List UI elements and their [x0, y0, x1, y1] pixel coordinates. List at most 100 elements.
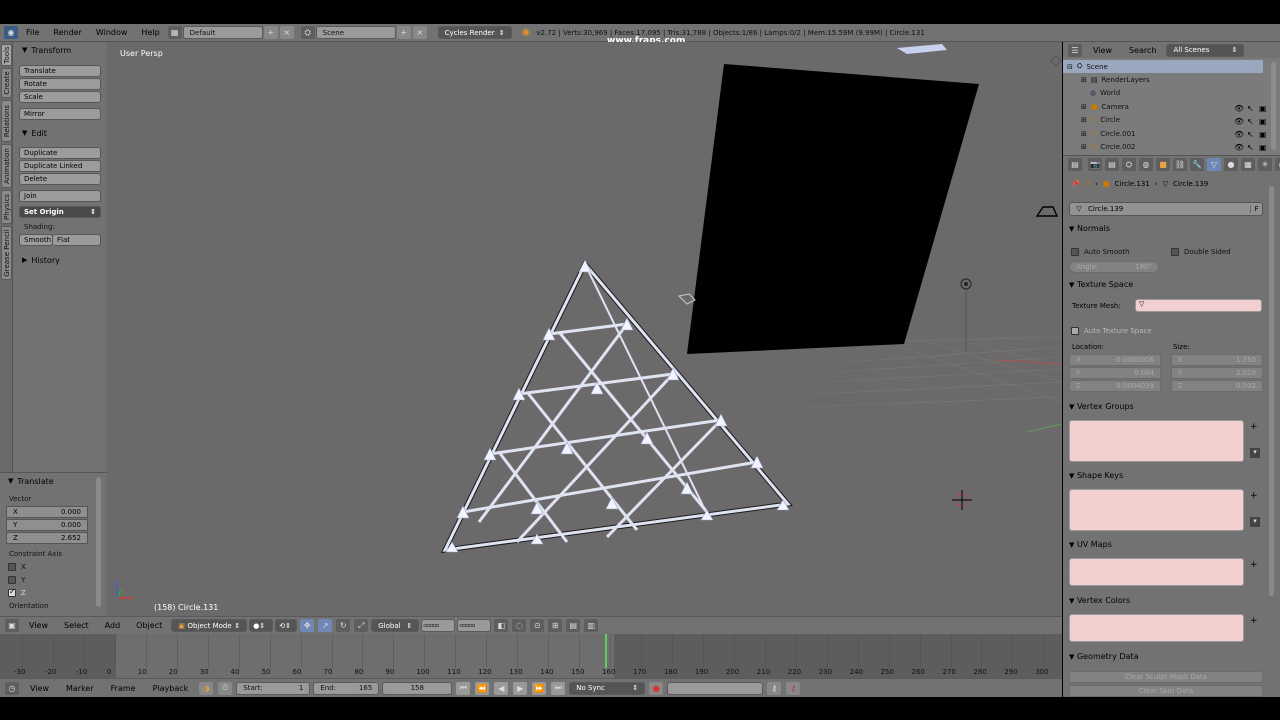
- properties-scrollbar[interactable]: [1269, 186, 1274, 596]
- play-reverse-icon[interactable]: ◀: [494, 681, 509, 695]
- menu-render[interactable]: Render: [46, 28, 88, 37]
- breadcrumb-object[interactable]: Circle.131: [1115, 180, 1150, 188]
- translate-manipulator-icon[interactable]: ↗: [318, 619, 333, 632]
- join-button[interactable]: Join: [19, 190, 101, 202]
- world-tab-icon[interactable]: ◍: [1139, 158, 1153, 171]
- pin-icon[interactable]: 📌: [1071, 180, 1080, 188]
- outliner-scrollbar[interactable]: [1271, 62, 1276, 150]
- render-engine-dropdown[interactable]: Cycles Render ⇕: [437, 26, 512, 39]
- uv-maps-list[interactable]: [1069, 558, 1244, 586]
- menu-help[interactable]: Help: [134, 28, 166, 37]
- properties-editor-icon[interactable]: ▤: [1068, 158, 1082, 171]
- layer-lock-icon[interactable]: ◧: [494, 619, 509, 632]
- outliner-row-camera[interactable]: ⊞ ■ Camera: [1063, 100, 1263, 113]
- render-layers-tab-icon[interactable]: ▤: [1105, 158, 1119, 171]
- layers-widget[interactable]: ▫▫▫▫▫: [421, 619, 456, 632]
- constraint-x-checkbox[interactable]: X: [8, 560, 107, 573]
- double-sided-checkbox[interactable]: Double Sided: [1171, 245, 1231, 258]
- render-anim-icon[interactable]: ▥: [584, 619, 599, 632]
- tab-create[interactable]: Create: [1, 68, 12, 98]
- outliner-menu-view[interactable]: View: [1086, 46, 1119, 55]
- tab-tools[interactable]: Tools: [1, 44, 12, 66]
- uv-maps-panel-header[interactable]: ▼ UV Maps: [1069, 540, 1265, 549]
- jump-end-icon[interactable]: ⏭: [551, 681, 566, 695]
- screen-layout-icon[interactable]: ▦: [167, 26, 182, 39]
- vertex-group-add-icon[interactable]: +: [1250, 422, 1258, 432]
- add-scene-icon[interactable]: +: [396, 26, 411, 39]
- scene-icon[interactable]: ⛭: [300, 26, 315, 39]
- record-icon[interactable]: ●: [649, 681, 664, 695]
- render-preview-icon[interactable]: ▤: [566, 619, 581, 632]
- shape-keys-panel-header[interactable]: ▼ Shape Keys: [1069, 471, 1265, 480]
- physics-tab-icon[interactable]: ◎: [1275, 158, 1280, 171]
- start-frame-field[interactable]: Start: 1: [236, 681, 311, 695]
- shape-keys-list[interactable]: [1069, 489, 1244, 531]
- proportional-edit-icon[interactable]: ◌: [512, 619, 527, 632]
- manipulator-toggle-icon[interactable]: ✥: [300, 619, 315, 632]
- renderable-camera-icon[interactable]: ▣ ▣ ▣ ▣: [1259, 102, 1267, 154]
- layers-widget-2[interactable]: ▫▫▫▫▫: [457, 619, 492, 632]
- data-tab-icon[interactable]: ▽: [1207, 158, 1221, 171]
- current-frame-marker[interactable]: [605, 634, 607, 668]
- tl-menu-marker[interactable]: Marker: [59, 684, 101, 693]
- delete-scene-icon[interactable]: ×: [412, 26, 427, 39]
- tab-grease-pencil[interactable]: Grease Pencil: [1, 226, 12, 280]
- scale-button[interactable]: Scale: [19, 91, 101, 103]
- current-frame-field[interactable]: 158: [382, 681, 453, 695]
- jump-start-icon[interactable]: ⏮: [456, 681, 471, 695]
- vertex-colors-panel-header[interactable]: ▼ Vertex Colors: [1069, 596, 1265, 605]
- translate-redo-header[interactable]: ▼ Translate: [0, 474, 107, 488]
- render-tab-icon[interactable]: 📷: [1088, 158, 1102, 171]
- constraint-z-checkbox[interactable]: ✓ Z: [8, 586, 107, 599]
- tl-menu-frame[interactable]: Frame: [104, 684, 143, 693]
- vertex-groups-list[interactable]: [1069, 420, 1244, 462]
- set-origin-dropdown[interactable]: Set Origin ⇕: [19, 206, 101, 218]
- snap-toggle-icon[interactable]: ⊙: [530, 619, 545, 632]
- auto-smooth-checkbox[interactable]: Auto Smooth: [1071, 245, 1130, 258]
- delete-layout-icon[interactable]: ×: [279, 26, 294, 39]
- scene-field[interactable]: Scene: [315, 26, 396, 39]
- outliner-row-scene[interactable]: ⊟ ⛭ Scene: [1063, 60, 1263, 73]
- rotate-button[interactable]: Rotate: [19, 78, 101, 90]
- edit-panel-header[interactable]: ▼ Edit: [13, 126, 107, 140]
- delete-keyframe-icon[interactable]: ⚷: [786, 681, 801, 695]
- outliner-row-world[interactable]: ◍ World: [1063, 86, 1263, 99]
- tab-relations[interactable]: Relations: [1, 100, 12, 142]
- auto-texture-space-checkbox[interactable]: Auto Texture Space: [1071, 324, 1152, 337]
- snap-element-icon[interactable]: ⊞: [548, 619, 563, 632]
- menu-view[interactable]: View: [22, 621, 55, 630]
- vector-z-field[interactable]: Z 2.652: [6, 532, 88, 544]
- outliner-row-circle-001[interactable]: ⊞ ▽ Circle.001: [1063, 127, 1263, 140]
- timeline-editor-icon[interactable]: ◷: [5, 681, 19, 695]
- breadcrumb-mesh[interactable]: Circle.139: [1173, 180, 1208, 188]
- jump-key-back-icon[interactable]: ⏪: [475, 681, 490, 695]
- history-panel-header[interactable]: ▶ History: [13, 253, 107, 267]
- play-icon[interactable]: ▶: [513, 681, 528, 695]
- rotate-manipulator-icon[interactable]: ↻: [336, 619, 351, 632]
- tl-menu-view[interactable]: View: [23, 684, 56, 693]
- timeline[interactable]: -30 -20 -10 0 10 20 30 40 50 60 70 80 90 100 110 120 130…: [0, 634, 1062, 678]
- time-stretch-icon[interactable]: ⏲: [218, 681, 233, 695]
- texture-mesh-field[interactable]: ▽: [1135, 299, 1262, 312]
- geometry-data-panel-header[interactable]: ▼ Geometry Data: [1069, 652, 1265, 661]
- preview-range-icon[interactable]: ◑: [199, 681, 214, 695]
- vertex-color-add-icon[interactable]: +: [1250, 616, 1258, 626]
- orientation-dropdown[interactable]: Global ⇕: [371, 619, 420, 632]
- object-tab-icon[interactable]: ■: [1156, 158, 1170, 171]
- tab-animation[interactable]: Animation: [1, 144, 12, 188]
- add-layout-icon[interactable]: +: [263, 26, 278, 39]
- transform-panel-header[interactable]: ▼ Transform: [13, 43, 107, 57]
- smooth-button[interactable]: Smooth: [19, 234, 53, 246]
- mesh-datablock-field[interactable]: ▽ Circle.139 F: [1069, 202, 1263, 216]
- vertex-group-specials-icon[interactable]: ▾: [1250, 448, 1260, 458]
- mesh-browse-icon[interactable]: ▽: [1070, 205, 1088, 213]
- end-frame-field[interactable]: End: 165: [313, 681, 380, 695]
- outliner-row-circle-002[interactable]: ⊞ ▽ Circle.002: [1063, 140, 1263, 153]
- keying-set-field[interactable]: [667, 681, 764, 695]
- delete-button[interactable]: Delete: [19, 173, 101, 185]
- editor-type-icon[interactable]: ▣: [5, 619, 19, 632]
- vertex-colors-list[interactable]: [1069, 614, 1244, 642]
- modifiers-tab-icon[interactable]: 🔧: [1190, 158, 1204, 171]
- selectable-arrow-icon[interactable]: ↖ ↖ ↖ ↖: [1247, 102, 1254, 154]
- shape-key-specials-icon[interactable]: ▾: [1250, 517, 1260, 527]
